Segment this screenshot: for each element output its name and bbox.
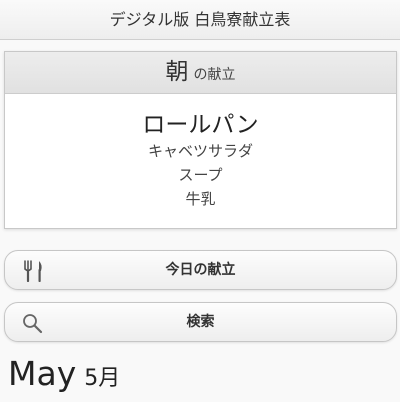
meal-menu-card: 朝の献立 ロールパン キャベツサラダ スープ 牛乳 bbox=[4, 51, 397, 229]
search-label: 検索 bbox=[186, 314, 215, 330]
app-header: デジタル版 白鳥寮献立表 bbox=[0, 0, 400, 40]
side-item-soup: スープ bbox=[178, 166, 223, 184]
meal-items: ロールパン キャベツサラダ スープ 牛乳 bbox=[5, 94, 396, 211]
meal-name: 朝 bbox=[165, 59, 189, 85]
search-button[interactable]: 検索 bbox=[4, 302, 397, 342]
today-menu-button[interactable]: 今日の献立 bbox=[4, 250, 397, 290]
app-title: デジタル版 白鳥寮献立表 bbox=[109, 10, 291, 29]
today-menu-label: 今日の献立 bbox=[165, 262, 236, 278]
month-japanese: 5月 bbox=[84, 366, 121, 391]
meal-header: 朝の献立 bbox=[5, 52, 396, 94]
side-item-salad: キャベツサラダ bbox=[147, 142, 253, 160]
main-dish: ロールパン bbox=[142, 112, 259, 138]
month-english: May bbox=[8, 354, 77, 393]
side-item-milk: 牛乳 bbox=[185, 190, 216, 208]
meal-suffix: の献立 bbox=[193, 67, 236, 83]
month-heading: May 5月 bbox=[8, 352, 120, 402]
